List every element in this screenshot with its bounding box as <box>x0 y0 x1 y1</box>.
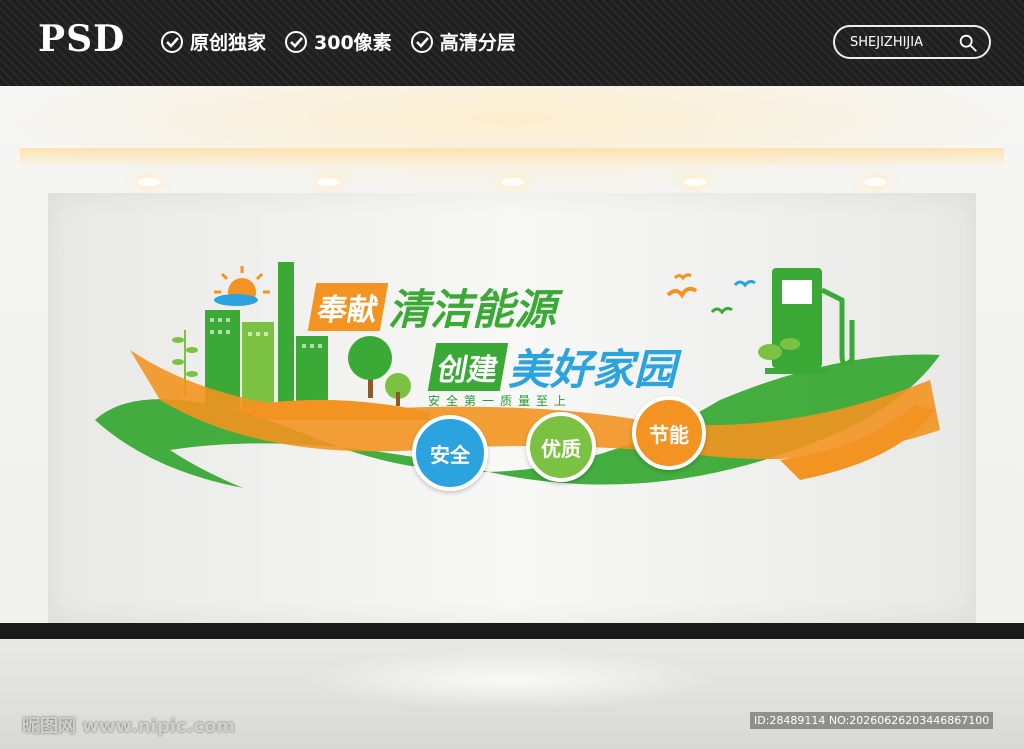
watermark-site: 昵图网 www.nipic.com <box>22 716 236 737</box>
circle-quality: 优质 <box>526 412 596 482</box>
sun-icon <box>214 266 270 306</box>
circle-energy-saving: 节能 <box>632 396 706 470</box>
headline-box-orange: 奉献 <box>307 282 389 331</box>
city-buildings-icon <box>205 262 328 415</box>
birds-icon <box>666 273 756 315</box>
tree-icon <box>348 336 411 406</box>
headline-line-2: 创建 美好家园 <box>427 336 677 397</box>
fuel-pump-icon <box>758 268 855 374</box>
headline-blue-text: 美好家园 <box>508 345 677 394</box>
headline-green-text: 清洁能源 <box>388 285 557 334</box>
headline-box-green: 创建 <box>427 342 509 391</box>
watermark-id: ID:28489114 NO:20260626203446867100 <box>750 712 994 729</box>
slogan-text: 安全第一质量至上 <box>428 394 573 408</box>
headline-line-1: 奉献 清洁能源 <box>307 276 557 337</box>
circle-safety: 安全 <box>412 415 488 491</box>
